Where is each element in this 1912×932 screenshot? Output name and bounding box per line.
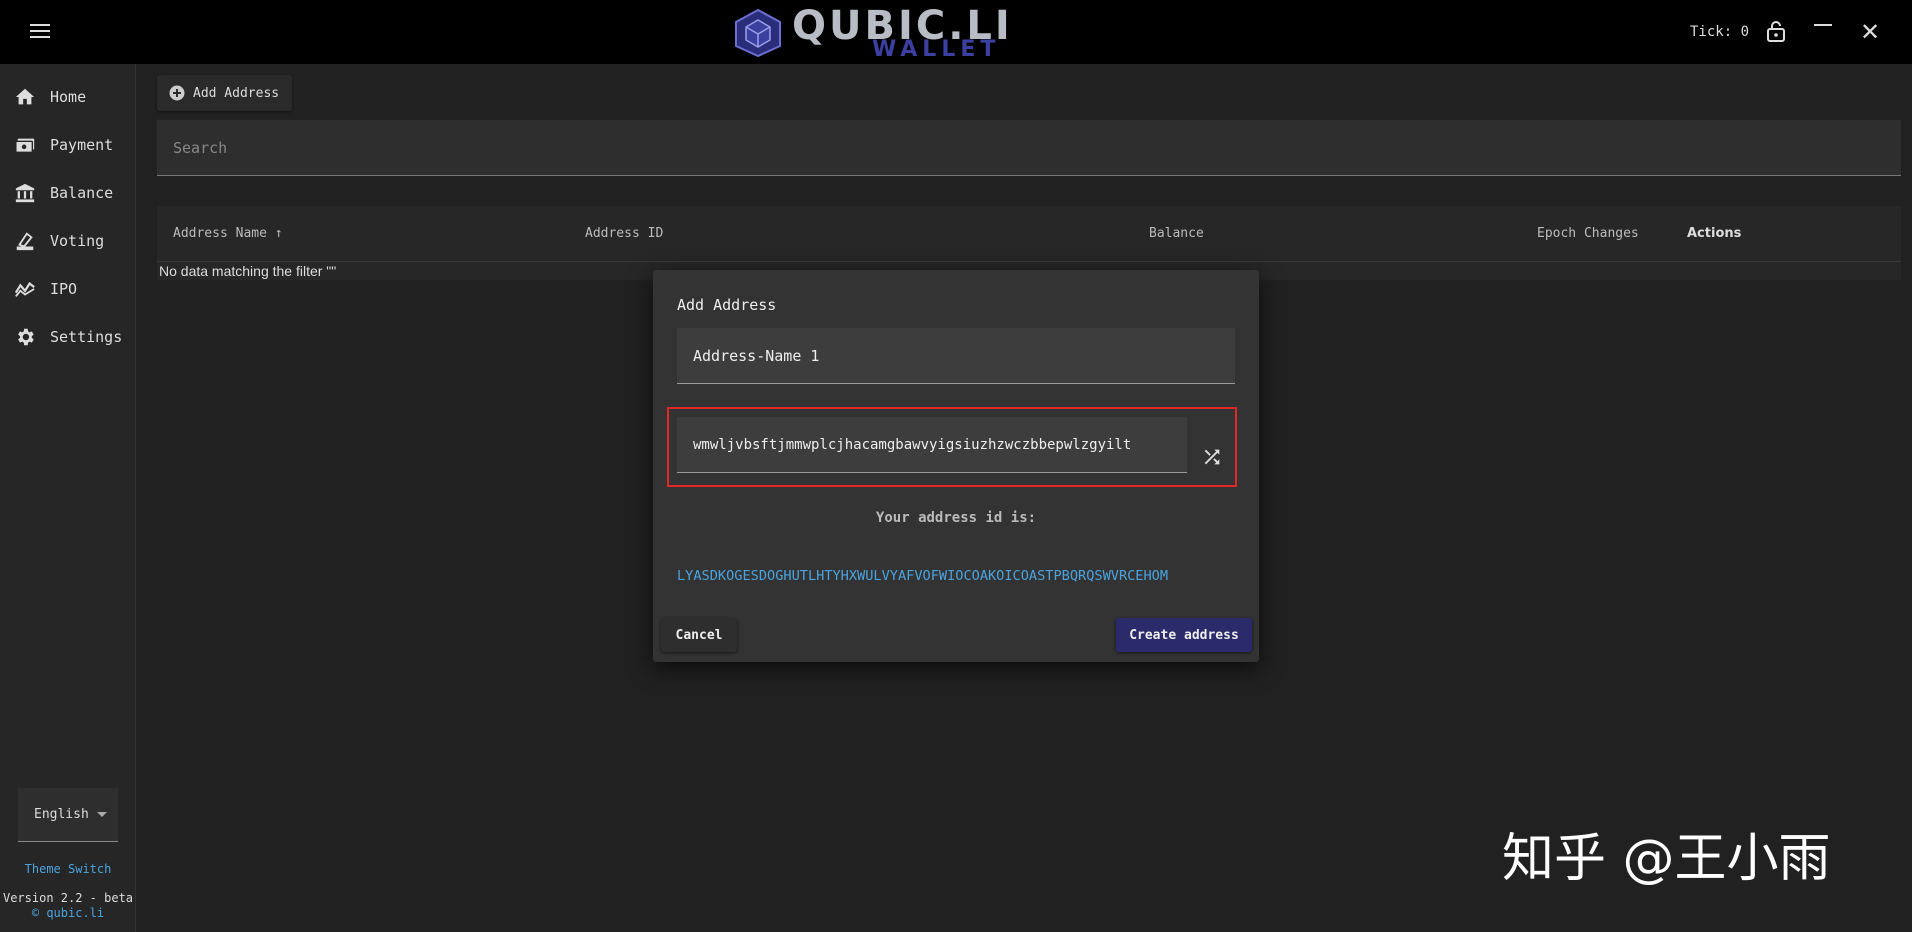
column-header-balance[interactable]: Balance	[1149, 226, 1204, 241]
sidebar-item-label: Balance	[50, 184, 114, 202]
cube-logo-icon	[735, 8, 781, 58]
create-address-button[interactable]: Create address	[1116, 618, 1252, 652]
add-address-dialog: Add Address Address-Name 1 wmwljvbsftjmm…	[653, 270, 1259, 662]
sidebar-item-voting[interactable]: Voting	[14, 226, 104, 256]
sidebar: Home Payment Balance Voting IPO Settings…	[0, 64, 136, 932]
gear-icon	[18, 328, 34, 346]
sidebar-item-payment[interactable]: Payment	[14, 130, 113, 160]
address-id-label: Your address id is:	[875, 510, 1037, 526]
column-header-epoch-changes[interactable]: Epoch Changes	[1537, 226, 1639, 241]
add-circle-icon	[169, 85, 185, 101]
shuffle-icon[interactable]	[1201, 446, 1223, 468]
minimize-icon[interactable]	[1814, 16, 1836, 32]
chevron-down-icon	[96, 812, 107, 817]
sidebar-item-balance[interactable]: Balance	[14, 178, 113, 208]
sidebar-item-home[interactable]: Home	[14, 82, 86, 112]
address-table: Address Name ↑ Address ID Balance Epoch …	[157, 206, 1901, 280]
sidebar-item-label: IPO	[50, 280, 78, 298]
app-logo: QUBIC.LI WALLET	[734, 4, 1014, 62]
search-placeholder: Search	[173, 138, 228, 157]
column-header-address-name[interactable]: Address Name ↑	[173, 226, 283, 241]
address-id-value: LYASDKOGESDOGHUTLHTYHXWULVYAFVOFWIOCOAKO…	[677, 568, 1169, 584]
close-icon[interactable]: ✕	[1860, 20, 1884, 44]
top-bar: QUBIC.LI WALLET Tick: 0 ✕	[0, 0, 1912, 64]
theme-switch-link[interactable]: Theme Switch	[0, 862, 136, 876]
sidebar-item-label: Payment	[50, 136, 114, 154]
search-input[interactable]: Search	[157, 120, 1901, 176]
sidebar-item-label: Settings	[50, 328, 123, 346]
sidebar-item-ipo[interactable]: IPO	[14, 274, 77, 304]
dialog-title: Add Address	[677, 296, 777, 314]
trend-icon	[14, 281, 35, 297]
sidebar-item-label: Voting	[50, 232, 105, 250]
bank-icon	[15, 183, 35, 203]
payment-icon	[15, 138, 35, 154]
vote-icon	[16, 232, 34, 251]
cancel-button[interactable]: Cancel	[661, 618, 737, 652]
seed-input[interactable]: wmwljvbsftjmmwplcjhacamgbawvyigsiuzhzwcz…	[677, 417, 1187, 473]
column-header-address-id[interactable]: Address ID	[585, 226, 663, 241]
table-header: Address Name ↑ Address ID Balance Epoch …	[157, 206, 1901, 262]
seed-value: wmwljvbsftjmmwplcjhacamgbawvyigsiuzhzwcz…	[693, 436, 1132, 453]
version-text: Version 2.2 - beta	[2, 891, 134, 905]
language-value: English	[34, 807, 89, 822]
address-name-input[interactable]: Address-Name 1	[677, 328, 1235, 384]
address-name-value: Address-Name 1	[693, 346, 820, 365]
lock-icon[interactable]	[1766, 20, 1786, 42]
hamburger-menu-icon[interactable]	[24, 20, 56, 44]
empty-table-message: No data matching the filter ""	[159, 263, 337, 279]
copyright-link[interactable]: © qubic.li	[0, 906, 136, 920]
add-address-button[interactable]: Add Address	[157, 75, 292, 111]
sidebar-item-label: Home	[50, 88, 87, 106]
watermark-text: 知乎 @王小雨	[1502, 829, 1831, 889]
add-address-label: Add Address	[193, 85, 280, 101]
sidebar-item-settings[interactable]: Settings	[14, 322, 122, 352]
language-select[interactable]: English	[18, 788, 118, 842]
tick-counter: Tick: 0	[1690, 24, 1750, 40]
logo-subtext: WALLET	[872, 37, 1001, 62]
home-icon	[15, 88, 35, 105]
column-header-actions: Actions	[1687, 226, 1742, 241]
